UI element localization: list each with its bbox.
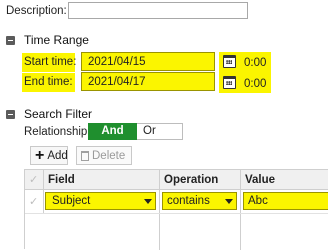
time-range-header: Time Range	[24, 33, 89, 47]
chevron-down-icon	[144, 199, 152, 204]
end-calendar-icon[interactable]	[223, 76, 236, 89]
collapse-search-filter-icon[interactable]	[6, 110, 15, 119]
field-value: Subject	[52, 195, 91, 207]
value-text: Abc	[248, 195, 268, 207]
operation-value: contains	[167, 195, 210, 207]
end-time-label: End time:	[24, 76, 73, 88]
column-header-field[interactable]: Field	[48, 174, 75, 186]
checkmark-icon: ✓	[29, 196, 39, 208]
filter-grid: ✓ Field Operation Value ✓ Subject contai…	[24, 169, 328, 250]
collapse-time-range-icon[interactable]	[6, 36, 15, 45]
start-date-input[interactable]: 2021/04/15	[81, 52, 215, 71]
toggle-and[interactable]: And	[88, 123, 137, 140]
plus-icon: +	[35, 146, 45, 164]
start-calendar-icon[interactable]	[223, 55, 236, 68]
field-select[interactable]: Subject	[45, 192, 156, 210]
column-header-value[interactable]: Value	[245, 174, 275, 186]
toggle-or[interactable]: Or	[137, 123, 183, 140]
start-time-label: Start time:	[24, 56, 77, 68]
value-input[interactable]: Abc	[243, 192, 328, 210]
description-label: Description:	[6, 5, 67, 17]
row-checkbox-cell[interactable]: ✓	[25, 190, 44, 213]
trash-icon	[81, 150, 89, 161]
description-input[interactable]	[68, 2, 248, 19]
start-date-value: 2021/04/15	[88, 56, 146, 68]
column-header-operation[interactable]: Operation	[164, 174, 218, 186]
add-label: Add	[47, 149, 68, 162]
checkmark-icon: ✓	[29, 174, 39, 186]
search-filter-header: Search Filter	[24, 107, 93, 121]
relationship-label: Relationship	[24, 126, 88, 138]
end-date-value: 2021/04/17	[88, 76, 146, 88]
delete-label: Delete	[92, 149, 126, 162]
operation-select[interactable]: contains	[162, 192, 237, 210]
chevron-down-icon	[225, 199, 233, 204]
add-button[interactable]: + Add	[30, 146, 68, 165]
end-date-input[interactable]: 2021/04/17	[81, 72, 215, 91]
select-all-checkbox-cell[interactable]: ✓	[25, 170, 44, 190]
start-time-value[interactable]: 0:00	[244, 57, 266, 69]
end-time-value[interactable]: 0:00	[244, 78, 266, 90]
delete-button[interactable]: Delete	[76, 146, 132, 165]
